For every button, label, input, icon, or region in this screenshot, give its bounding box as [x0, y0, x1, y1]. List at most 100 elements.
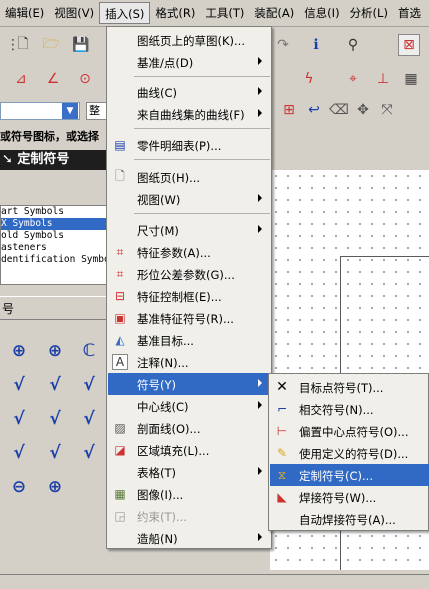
menu-item-area-fill[interactable]: ◪ 区域填充(L)...: [108, 439, 270, 461]
menu-item-datum-target[interactable]: ◭ 基准目标...: [108, 329, 270, 351]
symbol-button[interactable]: ℂ: [76, 338, 102, 364]
symbol-library-list[interactable]: art Symbols X Symbols old Symbols astene…: [0, 205, 108, 285]
menu-insert[interactable]: 插入(S): [99, 2, 151, 24]
menu-item-datum-feature[interactable]: ▣ 基准特征符号(R)...: [108, 307, 270, 329]
submenu-item-user-defined[interactable]: ✎ 使用定义的符号(D)...: [270, 442, 429, 464]
feature-param-icon: ⌗: [116, 244, 124, 259]
menu-item-gdt-param[interactable]: ⌗ 形位公差参数(G)...: [108, 263, 270, 285]
symbol-button[interactable]: √: [76, 406, 102, 432]
menu-item-image[interactable]: ▦ 图像(I)...: [108, 483, 270, 505]
menu-assemblies[interactable]: 装配(A): [249, 2, 299, 24]
menu-item-parts-list[interactable]: ▤ 零件明细表(P)...: [108, 134, 270, 156]
menu-tools[interactable]: 工具(T): [200, 2, 249, 24]
symbol-button[interactable]: √: [76, 440, 102, 466]
menu-item-drawing-sheet[interactable]: 🗋 图纸页(H)...: [108, 166, 270, 188]
menu-separator: [134, 213, 270, 214]
symbol-button[interactable]: √: [42, 372, 68, 398]
circle-center-icon[interactable]: ⊙: [74, 68, 96, 90]
submenu-item-target-point[interactable]: ✕ 目标点符号(T)...: [270, 376, 429, 398]
list-item[interactable]: old Symbols: [1, 230, 107, 242]
menu-item-curve-from-set[interactable]: 来自曲线集的曲线(F): [108, 103, 270, 125]
custom-symbol-icon: ⧖: [277, 467, 287, 482]
menu-information[interactable]: 信息(I): [299, 2, 344, 24]
move-icon[interactable]: ✥: [352, 99, 374, 121]
menu-item-curve[interactable]: 曲线(C): [108, 81, 270, 103]
menu-view[interactable]: 视图(V): [49, 2, 99, 24]
menu-item-hatch[interactable]: ▨ 剖面线(O)...: [108, 417, 270, 439]
submenu-item-auto-weld[interactable]: 自动焊接符号(A)...: [270, 508, 429, 530]
menu-edit[interactable]: 编辑(E): [0, 2, 49, 24]
symbol-button[interactable]: √: [6, 406, 32, 432]
menu-format[interactable]: 格式(R): [150, 2, 200, 24]
submenu-item-weld[interactable]: ◣ 焊接符号(W)...: [270, 486, 429, 508]
menu-item-centerline[interactable]: 中心线(C): [108, 395, 270, 417]
dialog-spacer: [0, 172, 108, 202]
menu-item-view[interactable]: 视图(W): [108, 188, 270, 210]
submenu-item-intersection[interactable]: ⌐ 相交符号(N)...: [270, 398, 429, 420]
hatch-tool-icon[interactable]: ▦: [400, 68, 422, 90]
menu-item-table[interactable]: 表格(T): [108, 461, 270, 483]
symbol-button[interactable]: ⊕: [42, 338, 68, 364]
menu-analysis[interactable]: 分析(L): [345, 2, 393, 24]
info-icon[interactable]: ℹ: [305, 34, 327, 56]
open-folder-icon[interactable]: 🗁: [40, 34, 62, 56]
arrow-back-icon[interactable]: ↩: [303, 99, 325, 121]
menu-item-constraint: ◲ 约束(T)...: [108, 505, 270, 527]
symbol-button[interactable]: √: [42, 406, 68, 432]
new-file-icon[interactable]: 🗋: [12, 34, 34, 56]
submenu-item-custom-symbol[interactable]: ⧖ 定制符号(C)...: [270, 464, 429, 486]
status-hint: 或符号图标，或选择: [0, 130, 99, 143]
menu-preferences[interactable]: 首选: [393, 2, 426, 24]
weld-tool-icon[interactable]: ⊥: [372, 68, 394, 90]
fit-view-icon[interactable]: ⊠: [398, 34, 420, 56]
symbol-button[interactable]: ⊖: [6, 474, 32, 500]
redo-icon[interactable]: ↷: [272, 34, 294, 56]
symbol-button[interactable]: √: [76, 372, 102, 398]
symbol-button[interactable]: ⊕: [6, 338, 32, 364]
menu-item-feature-param[interactable]: ⌗ 特征参数(A)...: [108, 241, 270, 263]
symbol-button[interactable]: ⊕: [42, 474, 68, 500]
gdt-icon[interactable]: ⌖: [342, 68, 364, 90]
constraint-icon: ◲: [114, 509, 126, 523]
user-defined-symbol-icon: ✎: [276, 446, 288, 460]
menu-bar: 编辑(E) 视图(V) 插入(S) 格式(R) 工具(T) 装配(A) 信息(I…: [0, 0, 429, 27]
symbol-button[interactable]: √: [6, 440, 32, 466]
list-item[interactable]: asteners: [1, 242, 107, 254]
symbol-palette: ⊕ ⊕ ℂ √ √ √ √ √ √ √ √ √ ⊖ ⊕: [0, 330, 108, 510]
angular-dim-icon[interactable]: ∠: [42, 68, 64, 90]
lightning-icon[interactable]: ϟ: [298, 68, 320, 90]
list-item[interactable]: art Symbols: [1, 206, 107, 218]
weld-symbol-icon: ◣: [277, 490, 287, 504]
dialog-title: ➘ 定制符号: [0, 150, 108, 170]
menu-item-feature-control-frame[interactable]: ⊟ 特征控制框(E)...: [108, 285, 270, 307]
symbol-button[interactable]: √: [42, 440, 68, 466]
menu-item-shipbuilding[interactable]: 造船(N): [108, 527, 270, 549]
sketch-icon: [112, 32, 128, 48]
submenu-arrow-icon: [258, 401, 262, 409]
submenu-item-offset-center[interactable]: ⊢ 偏置中心点符号(O)...: [270, 420, 429, 442]
submenu-arrow-icon: [258, 57, 262, 65]
symbol-submenu: ✕ 目标点符号(T)... ⌐ 相交符号(N)... ⊢ 偏置中心点符号(O).…: [268, 373, 429, 531]
pan-icon[interactable]: ⤧: [376, 99, 398, 121]
status-bar: [0, 574, 429, 589]
snap-icon[interactable]: ⊞: [278, 99, 300, 121]
image-icon: ▦: [114, 487, 126, 501]
binoculars-icon[interactable]: ⚲: [342, 34, 364, 56]
insert-menu: 图纸页上的草图(K)... 基准/点(D) 曲线(C) 来自曲线集的曲线(F) …: [106, 26, 272, 549]
menu-item-datum-point[interactable]: 基准/点(D): [108, 51, 270, 73]
list-item-selected[interactable]: X Symbols: [1, 218, 107, 230]
eraser-icon[interactable]: ⌫: [328, 99, 350, 121]
list-item[interactable]: dentification Symbo: [1, 254, 107, 266]
chevron-down-icon[interactable]: ▼: [62, 103, 78, 119]
gdt-param-icon: ⌗: [116, 266, 124, 281]
menu-item-sketch[interactable]: 图纸页上的草图(K)...: [108, 29, 270, 51]
menu-item-note[interactable]: A 注释(N)...: [108, 351, 270, 373]
scope-combo[interactable]: 整: [86, 102, 108, 120]
menu-item-dimension[interactable]: 尺寸(M): [108, 219, 270, 241]
menu-item-symbol[interactable]: 符号(Y): [108, 373, 270, 395]
submenu-arrow-icon: [258, 533, 262, 541]
offset-center-icon: ⊢: [276, 424, 288, 438]
save-icon[interactable]: 💾: [70, 34, 92, 56]
dimension-icon[interactable]: ⊿: [10, 68, 32, 90]
symbol-button[interactable]: √: [6, 372, 32, 398]
